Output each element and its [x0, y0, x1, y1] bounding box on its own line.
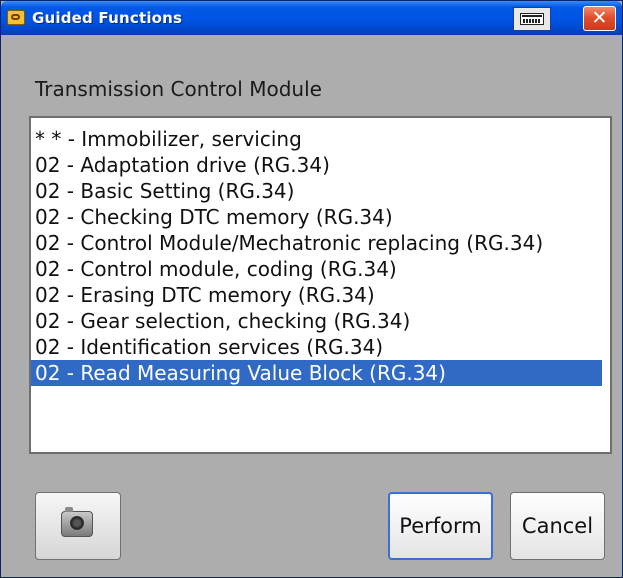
close-icon: ✕: [591, 7, 608, 29]
function-list[interactable]: * * - Immobilizer, servicing 02 - Adapta…: [29, 116, 612, 454]
close-button[interactable]: ✕: [583, 6, 616, 31]
guided-functions-dialog: Guided Functions ✕ Transmission Control …: [0, 0, 623, 578]
keyboard-button[interactable]: [513, 7, 551, 31]
title-bar[interactable]: Guided Functions ✕: [1, 1, 622, 35]
module-label: Transmission Control Module: [35, 77, 322, 101]
list-item[interactable]: 02 - Adaptation drive (RG.34): [31, 152, 610, 178]
list-item[interactable]: 02 - Identification services (RG.34): [31, 334, 610, 360]
list-item[interactable]: 02 - Control Module/Mechatronic replacin…: [31, 230, 610, 256]
list-item[interactable]: * * - Immobilizer, servicing: [31, 126, 610, 152]
list-item[interactable]: 02 - Erasing DTC memory (RG.34): [31, 282, 610, 308]
perform-button[interactable]: Perform: [388, 492, 493, 560]
engine-warning-icon: [7, 10, 25, 25]
list-item[interactable]: 02 - Checking DTC memory (RG.34): [31, 204, 610, 230]
screenshot-button[interactable]: [35, 492, 121, 560]
list-item[interactable]: 02 - Control module, coding (RG.34): [31, 256, 610, 282]
list-item[interactable]: 02 - Basic Setting (RG.34): [31, 178, 610, 204]
window-title: Guided Functions: [32, 9, 183, 27]
camera-icon: [61, 507, 93, 537]
keyboard-icon: [520, 13, 544, 25]
list-item-selected[interactable]: 02 - Read Measuring Value Block (RG.34): [31, 360, 602, 386]
list-item[interactable]: 02 - Gear selection, checking (RG.34): [31, 308, 610, 334]
cancel-button[interactable]: Cancel: [510, 492, 605, 560]
